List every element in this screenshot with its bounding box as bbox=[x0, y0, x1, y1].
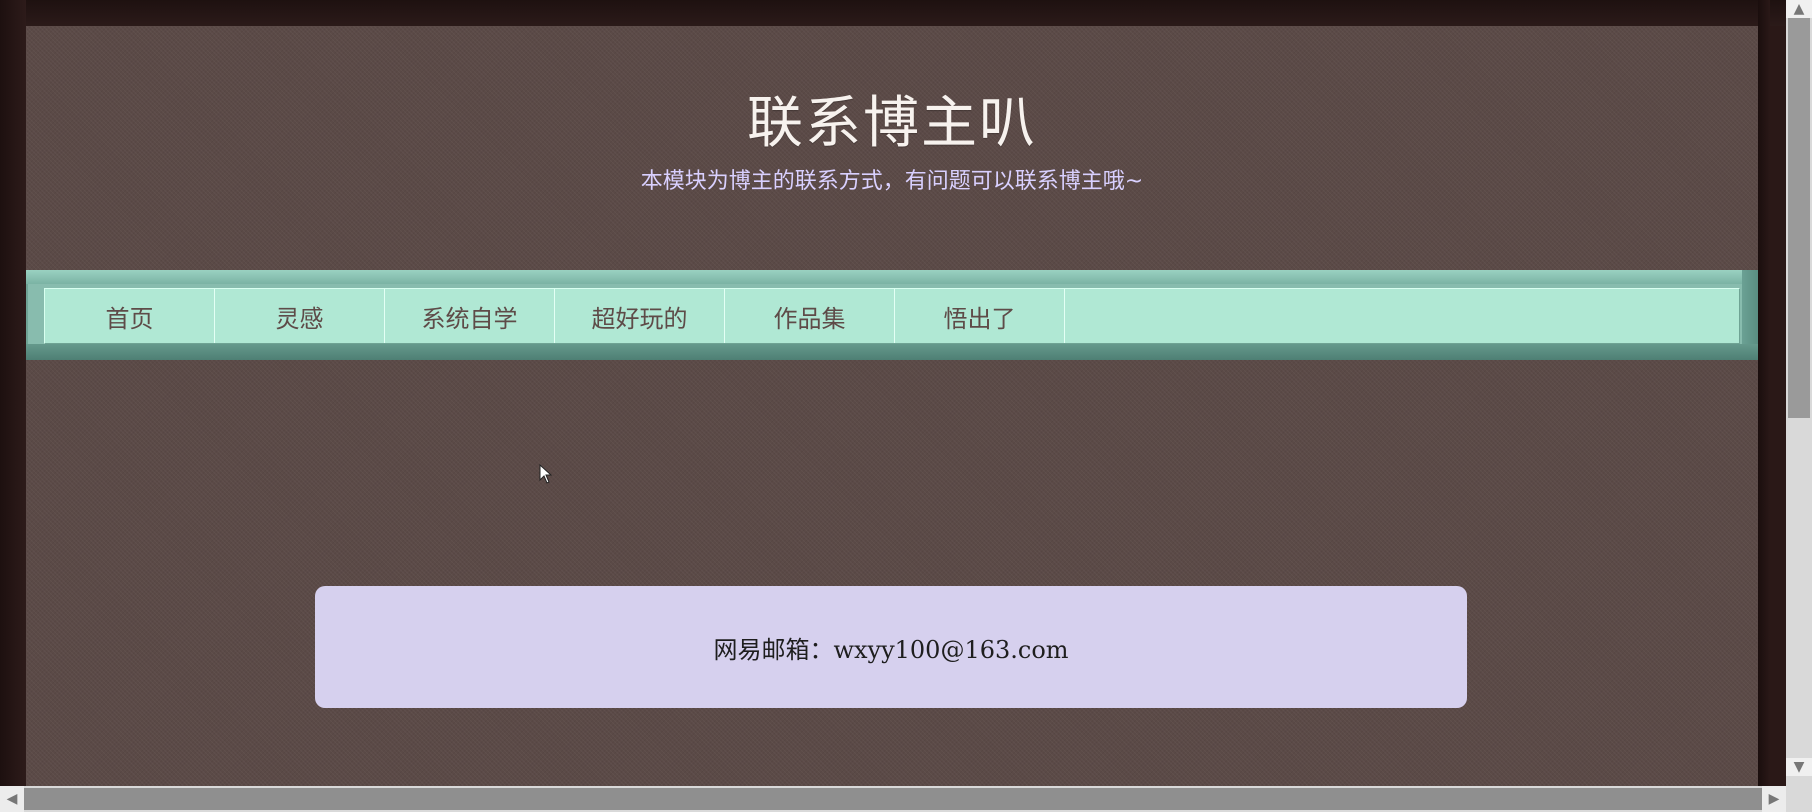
vertical-scrollbar-thumb[interactable] bbox=[1788, 18, 1810, 418]
chevron-left-icon: ◀ bbox=[6, 791, 18, 807]
page-subtitle: 本模块为博主的联系方式，有问题可以联系博主哦~ bbox=[640, 169, 1144, 194]
vertical-scrollbar[interactable]: ▲ ▼ bbox=[1786, 0, 1812, 786]
nav-item-insights[interactable]: 悟出了 bbox=[895, 289, 1065, 343]
contact-card: 网易邮箱：wxyy100@163.com bbox=[315, 586, 1467, 708]
chevron-up-icon: ▲ bbox=[1793, 1, 1805, 17]
page-title: 联系博主叭 bbox=[747, 91, 1037, 156]
navigation-menu: 首页 灵感 系统自学 超好玩的 作品集 悟出了 bbox=[44, 288, 1740, 344]
chevron-down-icon: ▼ bbox=[1793, 759, 1805, 775]
navigation-bevel-bottom bbox=[26, 344, 1758, 360]
horizontal-scrollbar-thumb[interactable] bbox=[24, 788, 1762, 810]
nav-item-self-study[interactable]: 系统自学 bbox=[385, 289, 555, 343]
window-frame-left bbox=[0, 0, 26, 812]
navigation-bevel-top bbox=[26, 270, 1758, 284]
nav-item-portfolio[interactable]: 作品集 bbox=[725, 289, 895, 343]
nav-item-home[interactable]: 首页 bbox=[45, 289, 215, 343]
scrollbar-corner bbox=[1786, 786, 1812, 812]
mouse-cursor-icon bbox=[539, 464, 553, 484]
contact-email-text: 网易邮箱：wxyy100@163.com bbox=[713, 635, 1069, 664]
horizontal-scrollbar[interactable]: ◀ ▶ bbox=[0, 786, 1786, 812]
scroll-down-button[interactable]: ▼ bbox=[1786, 758, 1812, 776]
browser-window: 联系博主叭 本模块为博主的联系方式，有问题可以联系博主哦~ 首页 灵感 系统自学… bbox=[0, 0, 1812, 812]
chevron-right-icon: ▶ bbox=[1768, 791, 1780, 807]
page-content: 联系博主叭 本模块为博主的联系方式，有问题可以联系博主哦~ 首页 灵感 系统自学… bbox=[26, 26, 1758, 786]
scroll-left-button[interactable]: ◀ bbox=[0, 786, 24, 812]
window-frame-top bbox=[0, 0, 1812, 26]
page-right-edge bbox=[1758, 0, 1770, 786]
scroll-right-button[interactable]: ▶ bbox=[1762, 786, 1786, 812]
navigation-bar: 首页 灵感 系统自学 超好玩的 作品集 悟出了 bbox=[26, 270, 1758, 360]
nav-item-inspiration[interactable]: 灵感 bbox=[215, 289, 385, 343]
nav-item-fun[interactable]: 超好玩的 bbox=[555, 289, 725, 343]
scroll-up-button[interactable]: ▲ bbox=[1786, 0, 1812, 18]
